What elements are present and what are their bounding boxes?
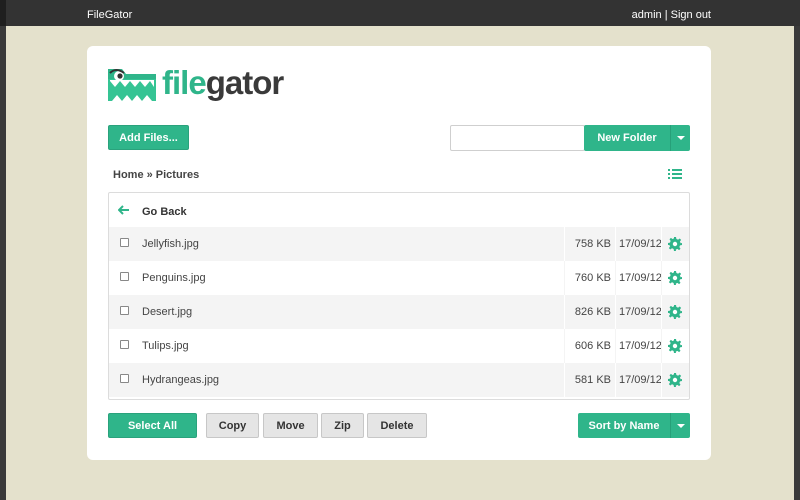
file-date: 17/09/12 bbox=[619, 272, 662, 284]
divider bbox=[564, 227, 565, 261]
file-list: Go Back Jellyfish.jpg 758 KB 17/09/12 Pe… bbox=[108, 192, 690, 400]
sort-by-name-button[interactable]: Sort by Name bbox=[578, 413, 670, 438]
file-checkbox[interactable] bbox=[120, 238, 129, 247]
file-size: 606 KB bbox=[574, 340, 611, 352]
caret-down-icon bbox=[676, 423, 685, 428]
divider bbox=[564, 261, 565, 295]
divider bbox=[661, 261, 662, 295]
logo-text-gator: gator bbox=[205, 64, 284, 101]
app-brand[interactable]: FileGator bbox=[87, 9, 132, 21]
table-row[interactable]: Desert.jpg 826 KB 17/09/12 bbox=[109, 295, 689, 329]
caret-down-icon bbox=[676, 136, 685, 140]
list-view-icon[interactable] bbox=[668, 168, 682, 180]
file-name[interactable]: Hydrangeas.jpg bbox=[142, 374, 219, 386]
gear-icon[interactable] bbox=[668, 305, 682, 319]
topbar-edge bbox=[0, 0, 6, 26]
gear-icon[interactable] bbox=[668, 237, 682, 251]
divider bbox=[564, 295, 565, 329]
sort-dropdown-toggle[interactable] bbox=[670, 413, 690, 438]
divider bbox=[661, 363, 662, 397]
gator-folder-logo-icon bbox=[108, 69, 156, 101]
file-name[interactable]: Desert.jpg bbox=[142, 306, 192, 318]
logo-wordmark: filegator bbox=[162, 64, 284, 101]
sort-by-split-button: Sort by Name bbox=[578, 413, 690, 438]
top-navbar: FileGator admin | Sign out bbox=[0, 0, 800, 26]
user-separator: | bbox=[664, 9, 668, 21]
gear-icon[interactable] bbox=[668, 373, 682, 387]
window-frame-right bbox=[794, 0, 800, 500]
file-size: 760 KB bbox=[574, 272, 611, 284]
filegator-logo: filegator bbox=[108, 64, 284, 101]
divider bbox=[564, 363, 565, 397]
search-input[interactable] bbox=[450, 125, 585, 151]
file-size: 581 KB bbox=[574, 374, 611, 386]
divider bbox=[661, 295, 662, 329]
file-date: 17/09/12 bbox=[619, 340, 662, 352]
move-button[interactable]: Move bbox=[263, 413, 318, 438]
go-back-label: Go Back bbox=[142, 206, 187, 218]
divider bbox=[661, 227, 662, 261]
logo-text-file: file bbox=[162, 64, 207, 101]
file-name[interactable]: Jellyfish.jpg bbox=[142, 238, 199, 250]
file-name[interactable]: Tulips.jpg bbox=[142, 340, 189, 352]
copy-button[interactable]: Copy bbox=[206, 413, 259, 438]
divider bbox=[615, 261, 616, 295]
file-checkbox[interactable] bbox=[120, 306, 129, 315]
table-row[interactable]: Hydrangeas.jpg 581 KB 17/09/12 bbox=[109, 363, 689, 397]
table-row[interactable]: Penguins.jpg 760 KB 17/09/12 bbox=[109, 261, 689, 295]
new-folder-split-button: New Folder bbox=[584, 125, 690, 151]
delete-button[interactable]: Delete bbox=[367, 413, 427, 438]
file-size: 758 KB bbox=[574, 238, 611, 250]
gear-icon[interactable] bbox=[668, 271, 682, 285]
divider bbox=[661, 329, 662, 363]
divider bbox=[615, 329, 616, 363]
main-panel: filegator Add Files... New Folder Home »… bbox=[87, 46, 711, 460]
divider bbox=[615, 227, 616, 261]
file-checkbox[interactable] bbox=[120, 374, 129, 383]
sign-out-link[interactable]: Sign out bbox=[671, 9, 711, 21]
file-name[interactable]: Penguins.jpg bbox=[142, 272, 206, 284]
file-checkbox[interactable] bbox=[120, 272, 129, 281]
user-menu: admin | Sign out bbox=[632, 9, 711, 21]
add-files-button[interactable]: Add Files... bbox=[108, 125, 189, 150]
window-frame-left bbox=[0, 0, 6, 500]
back-arrow-icon bbox=[118, 205, 129, 215]
go-back-row[interactable]: Go Back bbox=[109, 193, 689, 227]
file-date: 17/09/12 bbox=[619, 306, 662, 318]
new-folder-dropdown-toggle[interactable] bbox=[670, 125, 690, 151]
table-row[interactable]: Jellyfish.jpg 758 KB 17/09/12 bbox=[109, 227, 689, 261]
zip-button[interactable]: Zip bbox=[321, 413, 364, 438]
file-date: 17/09/12 bbox=[619, 374, 662, 386]
username-link[interactable]: admin bbox=[632, 9, 662, 21]
new-folder-button[interactable]: New Folder bbox=[584, 125, 670, 151]
divider bbox=[615, 295, 616, 329]
file-size: 826 KB bbox=[574, 306, 611, 318]
select-all-button[interactable]: Select All bbox=[108, 413, 197, 438]
file-date: 17/09/12 bbox=[619, 238, 662, 250]
table-row[interactable]: Tulips.jpg 606 KB 17/09/12 bbox=[109, 329, 689, 363]
divider bbox=[564, 329, 565, 363]
divider bbox=[615, 363, 616, 397]
gear-icon[interactable] bbox=[668, 339, 682, 353]
breadcrumb[interactable]: Home » Pictures bbox=[113, 169, 199, 181]
file-checkbox[interactable] bbox=[120, 340, 129, 349]
